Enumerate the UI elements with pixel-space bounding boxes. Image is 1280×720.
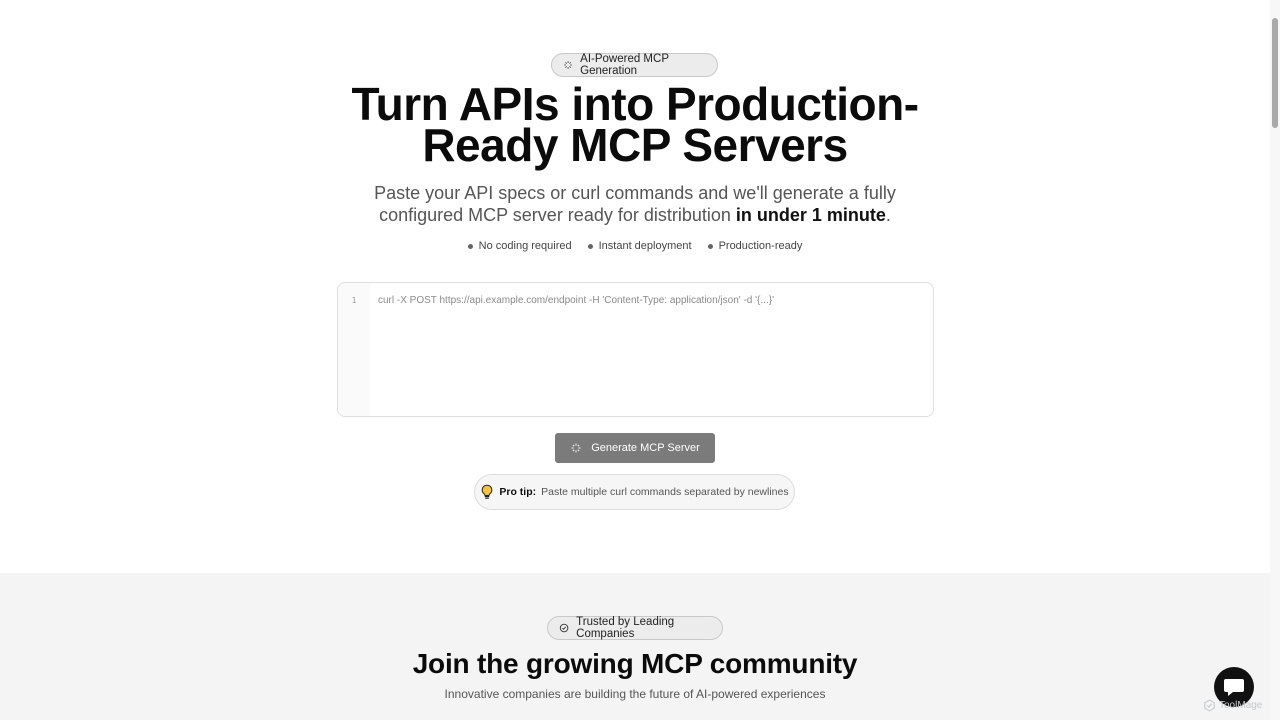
logo-icon: [1204, 699, 1215, 712]
curl-input[interactable]: [374, 291, 932, 416]
check-circle-icon: [559, 623, 569, 633]
curl-editor: 1: [337, 282, 934, 417]
ai-powered-badge: AI-Powered MCP Generation: [551, 53, 718, 77]
badge-label: AI-Powered MCP Generation: [580, 53, 669, 77]
hero-section: AI-Powered MCP Generation Turn APIs into…: [0, 0, 1270, 573]
generate-button-label: Generate MCP Server: [591, 442, 700, 454]
bullet-dot-icon: [467, 243, 473, 249]
page: AI-Powered MCP Generation Turn APIs into…: [0, 0, 1270, 720]
bullet-dot-icon: [587, 243, 593, 249]
bullet-dot-icon: [707, 243, 713, 249]
sparkle-icon: [564, 61, 572, 69]
line-number-gutter: 1: [338, 283, 370, 416]
tip-text: Paste multiple curl commands separated b…: [541, 486, 789, 498]
feature-item: Production-ready: [707, 240, 803, 252]
page-title: Turn APIs into Production- Ready MCP Ser…: [335, 81, 935, 168]
trusted-badge: Trusted by Leading Companies: [547, 616, 723, 640]
watermark: ToolMage: [1203, 699, 1262, 712]
badge-label: Trusted by Leading Companies: [576, 616, 675, 640]
tip-label: Pro tip:: [499, 486, 537, 498]
feature-label: Production-ready: [718, 240, 803, 252]
scrollbar-thumb[interactable]: [1272, 18, 1278, 128]
chat-icon: [1224, 679, 1244, 696]
generate-mcp-server-button[interactable]: Generate MCP Server: [555, 433, 715, 463]
headline-line-2: Ready MCP Servers: [422, 119, 848, 171]
subtitle-emphasis: in under 1 minute: [735, 205, 886, 225]
sparkle-icon: [571, 443, 581, 453]
community-title: Join the growing MCP community: [412, 648, 858, 679]
pro-tip: Pro tip: Paste multiple curl commands se…: [474, 474, 795, 510]
feature-label: Instant deployment: [598, 240, 692, 252]
watermark-label: ToolMage: [1219, 700, 1263, 711]
community-section: Trusted by Leading Companies Join the gr…: [0, 573, 1270, 720]
feature-item: No coding required: [467, 240, 572, 252]
feature-list: No coding required Instant deployment Pr…: [0, 240, 1270, 252]
community-subtitle: Innovative companies are building the fu…: [444, 687, 826, 701]
line-number: 1: [351, 296, 357, 305]
subtitle-end: .: [885, 205, 891, 225]
feature-item: Instant deployment: [587, 240, 692, 252]
hero-subtitle: Paste your API specs or curl commands an…: [360, 182, 910, 226]
lightbulb-icon: [482, 484, 493, 499]
feature-label: No coding required: [478, 240, 572, 252]
